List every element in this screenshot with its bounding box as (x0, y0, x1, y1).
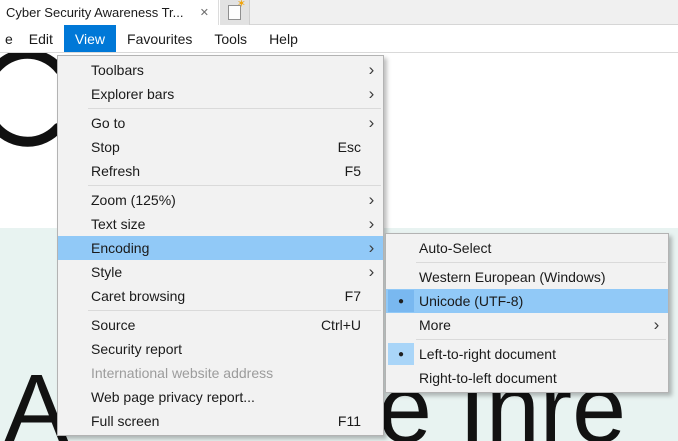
menu-icon-slot (60, 237, 86, 259)
menubar-item-help[interactable]: Help (258, 25, 309, 52)
menu-item-label: Style (91, 264, 365, 280)
menubar-item-edit[interactable]: Edit (18, 25, 64, 52)
menu-item-label: Go to (91, 115, 365, 131)
menu-separator (416, 339, 666, 340)
new-tab-star-icon: ✶ (237, 0, 246, 10)
menu-item-label: Toolbars (91, 62, 365, 78)
menubar-item-tools[interactable]: Tools (203, 25, 258, 52)
menu-item-label: Stop (91, 139, 338, 155)
menu-icon-slot (60, 59, 86, 81)
menu-item-style[interactable]: Style› (58, 260, 383, 284)
menu-item-go-to[interactable]: Go to› (58, 111, 383, 135)
menu-item-text-size[interactable]: Text size› (58, 212, 383, 236)
menu-bar: eEditViewFavouritesToolsHelp (0, 25, 678, 53)
menu-item-caret-browsing[interactable]: Caret browsingF7 (58, 284, 383, 308)
menubar-item-favourites[interactable]: Favourites (116, 25, 203, 52)
menu-item-stop[interactable]: StopEsc (58, 135, 383, 159)
submenu-arrow-icon: › (365, 114, 378, 131)
menu-item-unicode-utf-8[interactable]: ● Unicode (UTF-8) (386, 289, 668, 313)
menu-item-label: Full screen (91, 413, 338, 429)
menu-item-label: More (419, 317, 650, 333)
close-tab-icon[interactable]: ✕ (200, 6, 209, 19)
tab-title: Cyber Security Awareness Tr... (0, 5, 196, 20)
menu-item-label: Security report (91, 341, 365, 357)
menu-icon-slot (388, 367, 414, 389)
submenu-arrow-icon: › (650, 316, 663, 333)
menu-item-label: Zoom (125%) (91, 192, 365, 208)
menu-separator (88, 185, 381, 186)
menu-item-label: Source (91, 317, 321, 333)
menu-icon-slot (60, 314, 86, 336)
menu-icon-slot (60, 386, 86, 408)
submenu-arrow-icon: › (365, 263, 378, 280)
shortcut-label: F11 (338, 413, 361, 429)
menu-item-zoom-125[interactable]: Zoom (125%)› (58, 188, 383, 212)
shortcut-label: Ctrl+U (321, 317, 361, 333)
view-dropdown-menu: Toolbars›Explorer bars›Go to›StopEscRefr… (57, 55, 384, 436)
menu-item-label: Refresh (91, 163, 345, 179)
menu-item-international-website-address: International website address (58, 361, 383, 385)
menu-separator (88, 108, 381, 109)
menu-item-security-report[interactable]: Security report (58, 337, 383, 361)
menu-icon-slot (60, 213, 86, 235)
menu-item-left-to-right-document[interactable]: ● Left-to-right document (386, 342, 668, 366)
shortcut-label: F7 (345, 288, 361, 304)
menu-item-label: Text size (91, 216, 365, 232)
menu-item-label: Auto-Select (419, 240, 650, 256)
tab-strip-empty-area (250, 0, 678, 25)
menu-icon-slot (60, 285, 86, 307)
menu-item-label: Western European (Windows) (419, 269, 650, 285)
menu-icon-slot (60, 410, 86, 432)
menu-item-right-to-left-document[interactable]: Right-to-left document (386, 366, 668, 390)
menu-item-auto-select[interactable]: Auto-Select (386, 236, 668, 260)
menu-icon-slot (60, 189, 86, 211)
submenu-arrow-icon: › (365, 239, 378, 256)
menu-item-toolbars[interactable]: Toolbars› (58, 58, 383, 82)
menu-icon-slot (60, 338, 86, 360)
shortcut-label: F5 (345, 163, 361, 179)
menu-item-label: Right-to-left document (419, 370, 650, 386)
menu-item-full-screen[interactable]: Full screenF11 (58, 409, 383, 433)
menu-icon-slot (60, 160, 86, 182)
menubar-item-view[interactable]: View (64, 25, 116, 52)
menu-item-label: Encoding (91, 240, 365, 256)
menu-item-label: Explorer bars (91, 86, 365, 102)
menu-item-encoding[interactable]: Encoding› (58, 236, 383, 260)
browser-tab[interactable]: Cyber Security Awareness Tr... ✕ (0, 0, 219, 25)
menubar-item-file-partial[interactable]: e (0, 25, 18, 52)
menu-item-explorer-bars[interactable]: Explorer bars› (58, 82, 383, 106)
new-tab-page-icon: ✶ (228, 5, 241, 20)
menu-icon-slot (60, 261, 86, 283)
menu-item-label: Caret browsing (91, 288, 345, 304)
menu-item-western-european-windows[interactable]: Western European (Windows) (386, 265, 668, 289)
menu-icon-slot (60, 83, 86, 105)
menu-item-refresh[interactable]: RefreshF5 (58, 159, 383, 183)
menu-icon-slot (60, 112, 86, 134)
tab-bar: Cyber Security Awareness Tr... ✕ ✶ (0, 0, 678, 25)
menu-item-source[interactable]: SourceCtrl+U (58, 313, 383, 337)
menu-separator (416, 262, 666, 263)
submenu-arrow-icon: › (365, 191, 378, 208)
menu-icon-slot (388, 237, 414, 259)
menu-item-more[interactable]: More› (386, 313, 668, 337)
new-tab-button[interactable]: ✶ (220, 0, 250, 25)
radio-bullet-icon: ● (388, 343, 414, 365)
menu-icon-slot (60, 362, 86, 384)
menu-item-label: Left-to-right document (419, 346, 650, 362)
menu-item-web-page-privacy-report[interactable]: Web page privacy report... (58, 385, 383, 409)
menu-item-label: International website address (91, 365, 365, 381)
menu-icon-slot (60, 136, 86, 158)
menu-item-label: Web page privacy report... (91, 389, 365, 405)
menu-item-label: Unicode (UTF-8) (419, 293, 650, 309)
radio-bullet-icon: ● (388, 290, 414, 312)
submenu-arrow-icon: › (365, 85, 378, 102)
menu-icon-slot (388, 314, 414, 336)
encoding-submenu: Auto-Select Western European (Windows) ● Un… (385, 233, 669, 393)
shortcut-label: Esc (338, 139, 361, 155)
menu-separator (88, 310, 381, 311)
submenu-arrow-icon: › (365, 215, 378, 232)
submenu-arrow-icon: › (365, 61, 378, 78)
browser-window: A e Inre Cyber Security Awareness Tr... … (0, 0, 678, 441)
menu-icon-slot (388, 266, 414, 288)
